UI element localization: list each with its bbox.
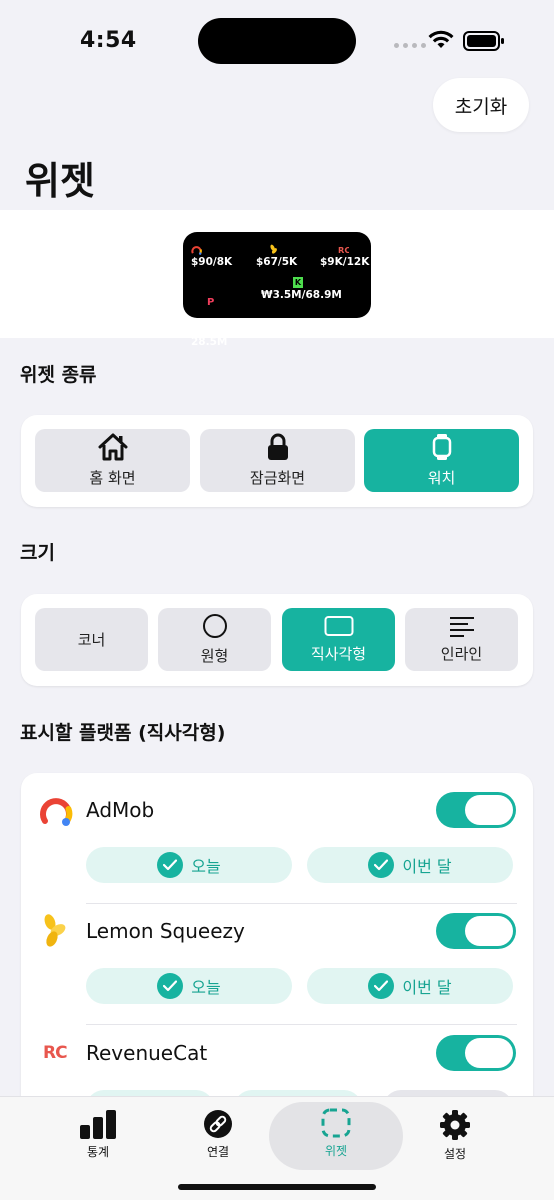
preview-item-admob: $90/8K (191, 244, 232, 269)
widget-type-home-button[interactable]: 홈 화면 (35, 429, 190, 492)
platform-name: AdMob (86, 798, 155, 822)
admob-today-pill[interactable]: 오늘 (86, 847, 292, 883)
revenuecat-logo-icon: RC (43, 1043, 68, 1063)
pill-label: 이번 달 (402, 978, 452, 997)
watch-icon (432, 434, 451, 460)
tab-widget[interactable]: 위젯 (269, 1102, 403, 1170)
rectangle-icon (324, 616, 353, 636)
preview-item-p: P ₩1.2M/ 28.5M (191, 270, 257, 362)
size-circular-button[interactable]: 원형 (158, 608, 271, 671)
svg-text:RC: RC (338, 245, 349, 255)
widget-preview-area: $90/8K $67/5K RC $9K/12K P ₩1.2M/ 28.5M … (0, 210, 554, 348)
reset-button[interactable]: 초기화 (433, 78, 529, 132)
size-inline-button[interactable]: 인라인 (405, 608, 518, 671)
size-label: 코너 (77, 631, 106, 649)
widget-type-label: 홈 화면 (89, 469, 136, 487)
preview-item-k: K ₩3.5M/68.9M (261, 276, 342, 302)
tab-label: 설정 (443, 1147, 467, 1161)
size-section-label: 크기 (20, 542, 55, 564)
tab-label: 연결 (206, 1145, 230, 1159)
preview-value: ₩1.2M/ 28.5M (191, 323, 258, 348)
k-logo-icon: K (293, 277, 303, 288)
home-indicator (178, 1184, 376, 1190)
checkmark-icon (368, 852, 395, 878)
lemon-squeezy-today-pill[interactable]: 오늘 (86, 968, 292, 1004)
tab-label: 위젯 (324, 1144, 348, 1158)
preview-item-revenuecat: RC $9K/12K (320, 244, 369, 269)
tab-settings[interactable]: 설정 (400, 1109, 510, 1162)
pill-label: 오늘 (191, 857, 221, 876)
platform-row-admob: AdMob 오늘 이번 달 (21, 773, 533, 903)
size-label: 원형 (200, 647, 229, 665)
lemon-squeezy-toggle[interactable] (436, 913, 516, 949)
preview-value: $90/8K (191, 256, 233, 268)
tab-stats[interactable]: 통계 (43, 1109, 153, 1160)
preview-value: ₩3.5M/68.9M (261, 289, 342, 301)
platforms-section-label: 표시할 플랫폼 (직사각형) (20, 722, 226, 744)
preview-value: $67/5K (256, 256, 298, 268)
circle-icon (202, 614, 227, 638)
admob-this-month-pill[interactable]: 이번 달 (307, 847, 513, 883)
p-logo-icon: P (207, 297, 215, 308)
wifi-icon (428, 30, 454, 48)
checkmark-icon (157, 973, 184, 999)
admob-logo-icon (191, 246, 202, 255)
size-label: 직사각형 (310, 645, 367, 663)
svg-text:RC: RC (43, 1043, 67, 1063)
revenuecat-logo-icon: RC (338, 245, 349, 255)
bar-chart-icon (80, 1110, 116, 1139)
widget-type-label: 워치 (427, 469, 456, 487)
link-icon (204, 1110, 232, 1138)
admob-toggle[interactable] (436, 792, 516, 828)
preview-item-lemon-squeezy: $67/5K (256, 244, 297, 269)
page-title: 위젯 (25, 159, 95, 203)
platform-row-lemon-squeezy: Lemon Squeezy 오늘 이번 달 (21, 903, 533, 1024)
lock-icon (267, 433, 288, 460)
preview-value: $9K/12K (320, 256, 370, 268)
pill-label: 오늘 (191, 978, 221, 997)
widget-type-lock-button[interactable]: 잠금화면 (200, 429, 355, 492)
pill-label: 이번 달 (402, 857, 452, 876)
size-corner-button[interactable]: 코너 (35, 608, 148, 671)
gear-icon (440, 1110, 470, 1140)
tab-connect[interactable]: 연결 (163, 1109, 273, 1160)
cellular-signal-icon (394, 43, 426, 48)
widget-type-watch-button[interactable]: 워치 (364, 429, 519, 492)
size-label: 인라인 (440, 645, 483, 663)
platform-name: RevenueCat (86, 1041, 208, 1065)
status-time: 4:54 (80, 28, 137, 53)
dynamic-island (198, 18, 356, 64)
watch-widget-preview: $90/8K $67/5K RC $9K/12K P ₩1.2M/ 28.5M … (183, 232, 371, 348)
platform-name: Lemon Squeezy (86, 919, 245, 943)
house-icon (98, 433, 127, 461)
checkmark-icon (157, 852, 184, 878)
lemon-squeezy-logo-icon (270, 244, 277, 254)
lemon-squeezy-this-month-pill[interactable]: 이번 달 (307, 968, 513, 1004)
lemon-squeezy-logo-icon (44, 914, 66, 947)
size-card: 코너 원형 직사각형 인라인 (21, 594, 533, 686)
lines-icon (449, 617, 474, 637)
revenuecat-toggle[interactable] (436, 1035, 516, 1071)
admob-logo-icon (40, 798, 73, 826)
widget-type-label: 잠금화면 (249, 469, 306, 487)
size-rectangular-button[interactable]: 직사각형 (282, 608, 395, 671)
widget-type-card: 홈 화면 잠금화면 워치 (21, 415, 533, 507)
battery-icon (463, 31, 504, 51)
status-bar: 4:54 (0, 0, 554, 80)
checkmark-icon (368, 973, 395, 999)
tab-label: 통계 (86, 1145, 110, 1159)
widget-type-section-label: 위젯 종류 (20, 364, 97, 386)
widget-icon (321, 1108, 351, 1138)
